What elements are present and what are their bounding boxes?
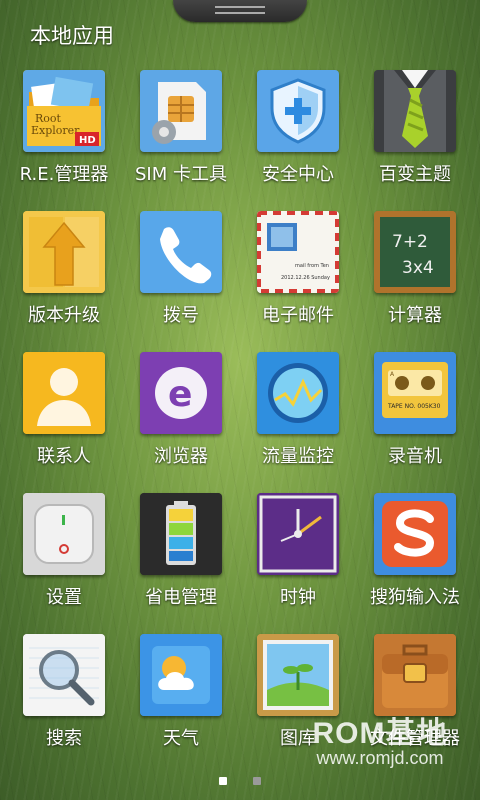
page-dot-active[interactable] [219, 777, 228, 785]
mail-from-text: mail from Ten [295, 263, 329, 269]
page-indicator [0, 770, 480, 789]
app-sim-tool[interactable]: SIM 卡工具 [123, 70, 239, 200]
app-themes[interactable]: 百变主题 [357, 70, 473, 200]
watermark: ROM基地 www.romjd.com [280, 708, 480, 769]
app-traffic-monitor[interactable]: 流量监控 [240, 352, 356, 482]
calc-line1: 7+2 [392, 232, 428, 252]
app-label: 省电管理 [145, 587, 217, 608]
app-label: 计算器 [388, 305, 442, 326]
contact-person-icon [23, 352, 105, 434]
re-text-line2: Explorer [31, 124, 80, 137]
folder-title: 本地应用 [30, 24, 114, 48]
watermark-url: www.romjd.com [316, 748, 444, 768]
app-contacts[interactable]: 联系人 [6, 352, 122, 482]
app-label: 天气 [163, 728, 199, 749]
app-email[interactable]: mail from Ten 2012.12.26 Sunday 电子邮件 [240, 211, 356, 341]
app-power-saver[interactable]: 省电管理 [123, 493, 239, 623]
app-label: 百变主题 [379, 164, 451, 185]
chalkboard-calculator-icon: 7+2 3x4 [374, 211, 456, 293]
browser-letter: e [168, 374, 192, 415]
app-label: 浏览器 [154, 446, 208, 467]
browser-e-icon: e [140, 352, 222, 434]
app-label: 流量监控 [262, 446, 334, 467]
clock-icon [257, 493, 339, 575]
calc-line2: 3x4 [402, 258, 434, 278]
briefcase-icon [374, 634, 456, 716]
root-explorer-icon: Root Explorer HD [23, 70, 105, 152]
mail-date-text: 2012.12.26 Sunday [281, 275, 330, 281]
app-recorder[interactable]: A TAPE NO. 005K30 录音机 [357, 352, 473, 482]
app-re-manager[interactable]: Root Explorer HD R.E.管理器 [6, 70, 122, 200]
app-label: SIM 卡工具 [135, 164, 227, 185]
page-dot[interactable] [252, 777, 261, 785]
app-calculator[interactable]: 7+2 3x4 计算器 [357, 211, 473, 341]
settings-switch-icon [23, 493, 105, 575]
upgrade-arrow-icon [23, 211, 105, 293]
weather-sun-cloud-icon [140, 634, 222, 716]
shield-icon [257, 70, 339, 152]
mail-envelope-icon: mail from Ten 2012.12.26 Sunday [257, 211, 339, 293]
sogou-s-icon [374, 493, 456, 575]
re-badge: HD [79, 135, 96, 146]
app-label: 拨号 [163, 305, 199, 326]
battery-icon [140, 493, 222, 575]
tie-suit-icon [374, 70, 456, 152]
app-sogou-input[interactable]: 搜狗输入法 [357, 493, 473, 623]
app-weather[interactable]: 天气 [123, 634, 239, 764]
app-security-center[interactable]: 安全中心 [240, 70, 356, 200]
app-browser[interactable]: e 浏览器 [123, 352, 239, 482]
phone-icon [140, 211, 222, 293]
app-dialer[interactable]: 拨号 [123, 211, 239, 341]
app-label: 安全中心 [262, 164, 334, 185]
app-upgrade[interactable]: 版本升级 [6, 211, 122, 341]
magnifier-icon [23, 634, 105, 716]
app-label: 搜狗输入法 [370, 587, 460, 608]
app-label: 版本升级 [28, 305, 100, 326]
folder-pull-handle[interactable] [173, 0, 307, 22]
app-label: R.E.管理器 [19, 164, 109, 185]
cassette-icon: A TAPE NO. 005K30 [374, 352, 456, 434]
app-label: 设置 [46, 587, 82, 608]
handle-line [215, 6, 265, 8]
traffic-monitor-icon [257, 352, 339, 434]
app-label: 录音机 [388, 446, 442, 467]
gallery-icon [257, 634, 339, 716]
app-settings[interactable]: 设置 [6, 493, 122, 623]
watermark-brand: ROM基地 [312, 717, 448, 750]
sim-card-icon [140, 70, 222, 152]
app-clock[interactable]: 时钟 [240, 493, 356, 623]
handle-line [215, 12, 265, 14]
app-search[interactable]: 搜索 [6, 634, 122, 764]
app-label: 联系人 [37, 446, 91, 467]
tape-label: TAPE NO. 005K30 [387, 403, 441, 410]
app-label: 搜索 [46, 728, 82, 749]
app-label: 时钟 [280, 587, 316, 608]
app-label: 电子邮件 [262, 305, 334, 326]
